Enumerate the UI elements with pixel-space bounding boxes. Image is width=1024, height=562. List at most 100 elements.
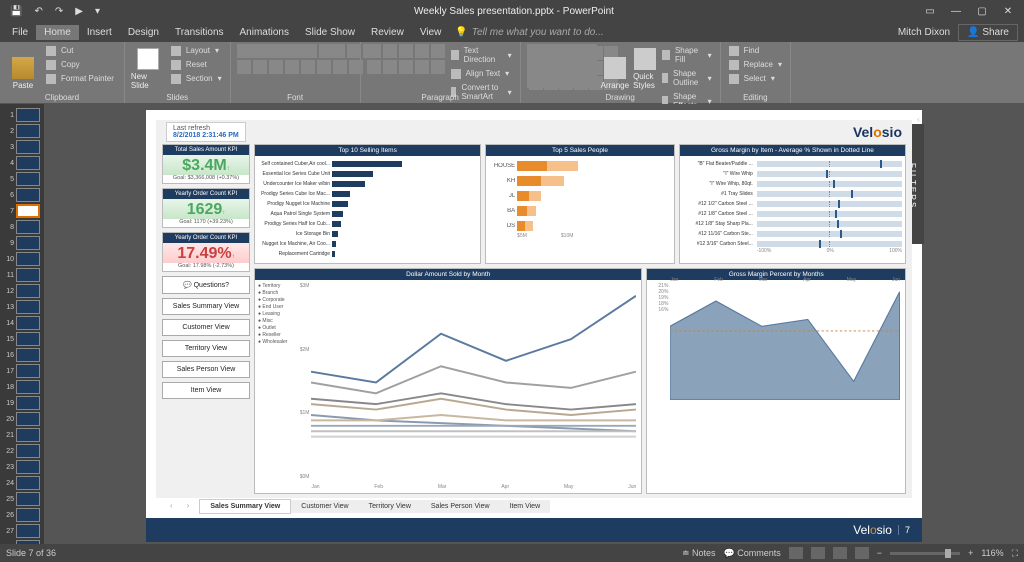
- thumbnail[interactable]: 22: [4, 444, 40, 458]
- dashboard-tab[interactable]: Sales Person View: [421, 500, 500, 513]
- tabs-prev-icon[interactable]: ‹: [166, 501, 177, 510]
- spacing-icon[interactable]: [317, 60, 331, 74]
- thumbnail[interactable]: 19: [4, 396, 40, 410]
- tab-review[interactable]: Review: [363, 25, 412, 40]
- dashboard-tab[interactable]: Territory View: [359, 500, 421, 513]
- close-icon[interactable]: ✕: [996, 6, 1020, 17]
- tell-me-input[interactable]: Tell me what you want to do...: [472, 27, 604, 38]
- thumbnail[interactable]: 8: [4, 220, 40, 234]
- numbering-icon[interactable]: [383, 44, 397, 58]
- fit-window-icon[interactable]: ⛶: [1012, 548, 1018, 559]
- tab-transitions[interactable]: Transitions: [167, 25, 232, 40]
- thumbnail[interactable]: 7: [4, 204, 40, 218]
- shape-icon[interactable]: [574, 46, 588, 60]
- reset-button[interactable]: Reset: [169, 58, 224, 71]
- slide-canvas[interactable]: ‹ FILTERS Last refresh 8/2/2018 2:31:46 …: [44, 104, 1024, 544]
- tab-animations[interactable]: Animations: [232, 25, 297, 40]
- shape-icon[interactable]: [529, 76, 543, 90]
- thumbnail[interactable]: 16: [4, 348, 40, 362]
- text-direction-button[interactable]: Text Direction ▾: [449, 44, 514, 66]
- minimize-icon[interactable]: —: [944, 6, 968, 17]
- nav-button[interactable]: 💬 Questions?: [162, 276, 250, 294]
- collapse-filter-icon[interactable]: ‹: [917, 114, 920, 124]
- underline-icon[interactable]: [269, 60, 283, 74]
- section-button[interactable]: Section ▾: [169, 72, 224, 85]
- shape-icon[interactable]: [529, 61, 543, 75]
- thumbnail[interactable]: 10: [4, 252, 40, 266]
- save-icon[interactable]: 💾: [6, 5, 26, 18]
- font-size-input[interactable]: [319, 44, 345, 58]
- thumbnail[interactable]: 18: [4, 380, 40, 394]
- tab-file[interactable]: File: [4, 25, 36, 40]
- tabs-next-icon[interactable]: ›: [183, 501, 194, 510]
- undo-icon[interactable]: ↶: [30, 5, 46, 18]
- thumbnail[interactable]: 21: [4, 428, 40, 442]
- layout-button[interactable]: Layout ▾: [169, 44, 224, 57]
- tab-home[interactable]: Home: [36, 25, 79, 40]
- view-reading-icon[interactable]: [833, 547, 847, 559]
- nav-button[interactable]: Sales Person View: [162, 361, 250, 378]
- font-family-input[interactable]: [237, 44, 317, 58]
- nav-button[interactable]: Sales Summary View: [162, 298, 250, 315]
- tab-design[interactable]: Design: [120, 25, 167, 40]
- thumbnail[interactable]: 4: [4, 156, 40, 170]
- view-sorter-icon[interactable]: [811, 547, 825, 559]
- copy-button[interactable]: Copy: [44, 58, 118, 71]
- thumbnail[interactable]: 23: [4, 460, 40, 474]
- strike-icon[interactable]: [301, 60, 315, 74]
- view-normal-icon[interactable]: [789, 547, 803, 559]
- redo-icon[interactable]: ↷: [51, 5, 67, 18]
- quick-styles-button[interactable]: Quick Styles: [633, 44, 656, 90]
- shape-outline-button[interactable]: Shape Outline ▾: [660, 67, 713, 89]
- select-button[interactable]: Select ▾: [727, 72, 784, 85]
- thumbnail[interactable]: 25: [4, 492, 40, 506]
- tab-view[interactable]: View: [412, 25, 450, 40]
- tab-insert[interactable]: Insert: [79, 25, 120, 40]
- shape-icon[interactable]: [544, 61, 558, 75]
- align-text-button[interactable]: Align Text ▾: [449, 67, 514, 80]
- align-center-icon[interactable]: [383, 60, 397, 74]
- thumbnail[interactable]: 14: [4, 316, 40, 330]
- thumbnail[interactable]: 1: [4, 108, 40, 122]
- shape-icon[interactable]: [574, 76, 588, 90]
- shape-icon[interactable]: [544, 46, 558, 60]
- replace-button[interactable]: Replace ▾: [727, 58, 784, 71]
- ribbon-options-icon[interactable]: ▭: [918, 6, 942, 17]
- format-painter-button[interactable]: Format Painter: [44, 72, 118, 85]
- zoom-level[interactable]: 116%: [981, 548, 1003, 558]
- align-right-icon[interactable]: [399, 60, 413, 74]
- tab-slideshow[interactable]: Slide Show: [297, 25, 363, 40]
- paste-button[interactable]: Paste: [6, 44, 40, 90]
- comments-button[interactable]: 💬 Comments: [724, 548, 781, 559]
- thumbnail[interactable]: 9: [4, 236, 40, 250]
- shape-icon[interactable]: [529, 46, 543, 60]
- thumbnail[interactable]: 26: [4, 508, 40, 522]
- indent-inc-icon[interactable]: [415, 44, 429, 58]
- shape-icon[interactable]: [559, 46, 573, 60]
- nav-button[interactable]: Territory View: [162, 340, 250, 357]
- zoom-slider[interactable]: [890, 552, 960, 555]
- shape-icon[interactable]: [559, 76, 573, 90]
- justify-icon[interactable]: [415, 60, 429, 74]
- dashboard-tab[interactable]: Item View: [500, 500, 551, 513]
- thumbnail[interactable]: 13: [4, 300, 40, 314]
- indent-dec-icon[interactable]: [399, 44, 413, 58]
- nav-button[interactable]: Customer View: [162, 319, 250, 336]
- thumbnail[interactable]: 17: [4, 364, 40, 378]
- thumbnail[interactable]: 24: [4, 476, 40, 490]
- thumbnail-pane[interactable]: 1234567891011121314151617181920212223242…: [0, 104, 44, 544]
- user-name[interactable]: Mitch Dixon: [898, 27, 958, 38]
- zoom-out-icon[interactable]: −: [877, 548, 882, 558]
- share-button[interactable]: 👤 Share: [958, 24, 1018, 41]
- thumbnail[interactable]: 5: [4, 172, 40, 186]
- italic-icon[interactable]: [253, 60, 267, 74]
- thumbnail[interactable]: 2: [4, 124, 40, 138]
- zoom-in-icon[interactable]: +: [968, 548, 973, 558]
- shapes-gallery[interactable]: [527, 44, 597, 88]
- find-button[interactable]: Find: [727, 44, 784, 57]
- bullets-icon[interactable]: [367, 44, 381, 58]
- columns-icon[interactable]: [431, 60, 445, 74]
- arrange-button[interactable]: Arrange: [601, 44, 629, 90]
- thumbnail[interactable]: 12: [4, 284, 40, 298]
- dashboard-tab[interactable]: Customer View: [291, 500, 358, 513]
